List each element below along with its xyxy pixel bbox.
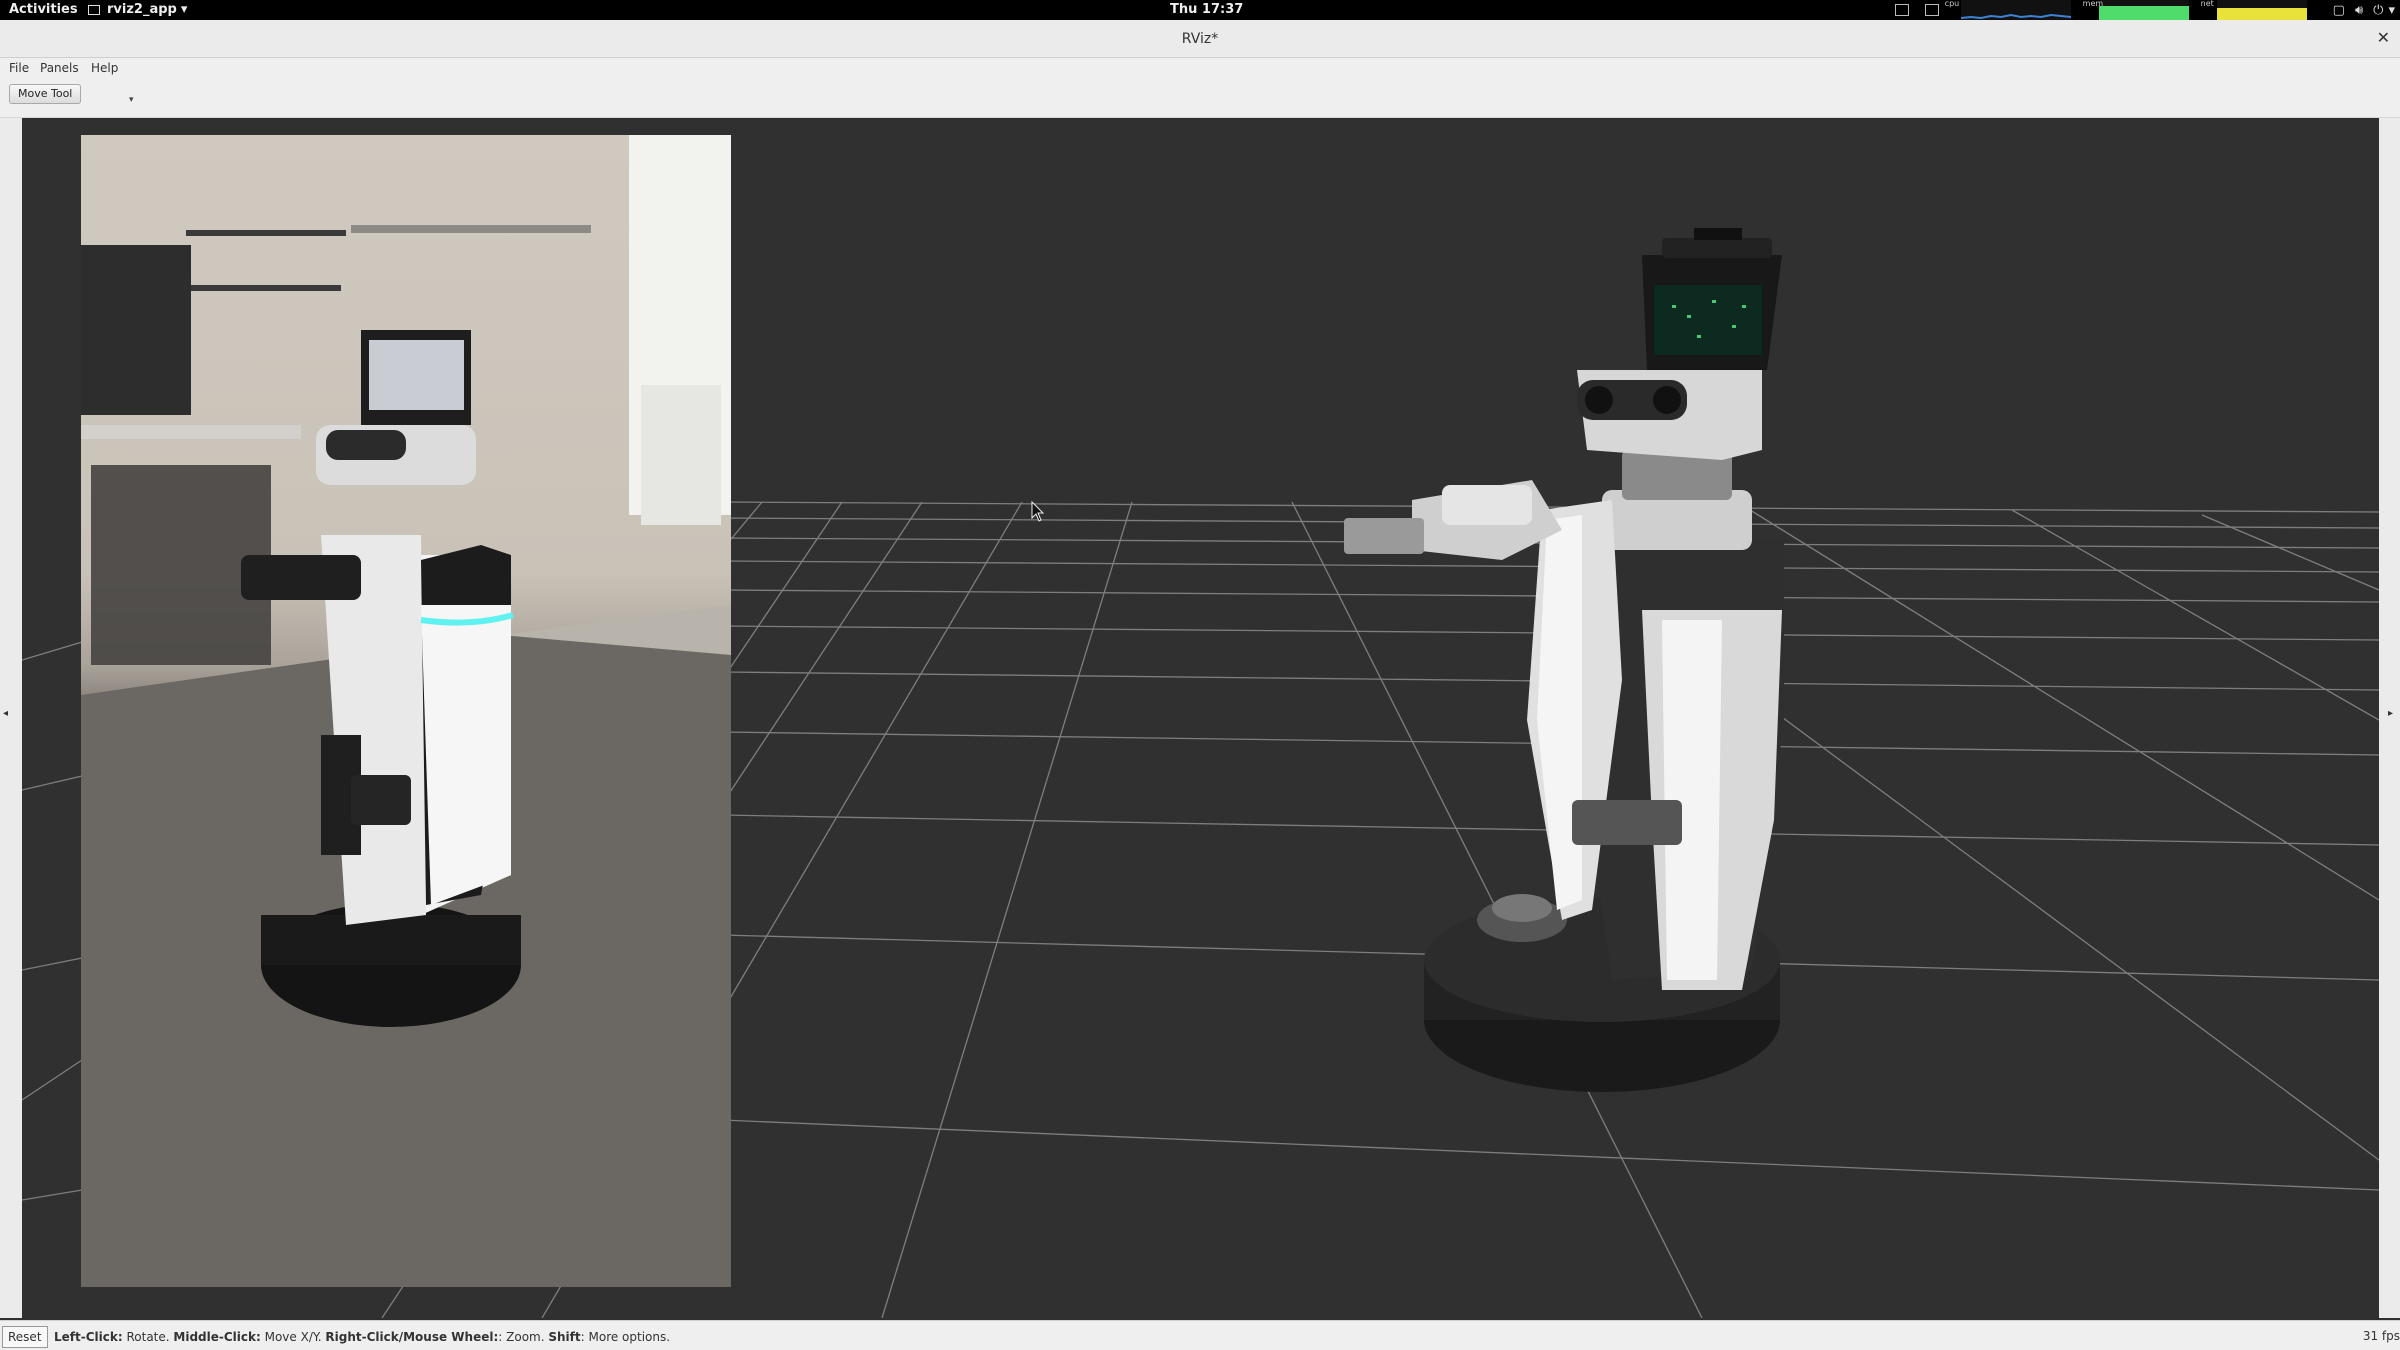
fps-counter: 31 fps [2362, 1329, 2400, 1343]
hint-middle-click-desc: Move X/Y. [260, 1330, 326, 1344]
menu-help[interactable]: Help [91, 61, 118, 75]
mem-monitor[interactable]: mem [2083, 0, 2189, 20]
tool-add-dropdown-icon[interactable]: ▾ [129, 95, 134, 105]
cpu-label: cpu [1944, 0, 1960, 8]
reset-button[interactable]: Reset [2, 1326, 48, 1348]
net-graph [2216, 0, 2307, 20]
hint-middle-click: Middle-Click: [173, 1330, 261, 1344]
window-title: RViz* [1181, 31, 1219, 47]
screenshot-icon[interactable] [1924, 4, 1939, 16]
activities-button[interactable]: Activities [9, 2, 78, 17]
hint-right-click: Right-Click/Mouse Wheel: [325, 1330, 499, 1344]
tools-toolbar: Move Tool ▾ [0, 78, 2400, 118]
workspace-icon[interactable] [1894, 4, 1909, 16]
status-bar: Reset Left-Click: Rotate. Middle-Click: … [0, 1320, 2400, 1350]
power-icon[interactable]: ⏻ [2373, 3, 2383, 18]
left-dock-handle[interactable]: ◂ [0, 118, 22, 1318]
menubar: File Panels Help [0, 58, 2400, 78]
close-icon[interactable]: ✕ [2377, 28, 2390, 47]
render-viewport[interactable] [22, 120, 2379, 1318]
net-label: net [2200, 0, 2214, 8]
cpu-monitor[interactable]: cpu [1945, 0, 2071, 20]
mem-graph [2098, 0, 2189, 20]
clock[interactable]: Thu 17:37 [1170, 2, 1243, 17]
chevron-down-icon[interactable]: ▾ [2388, 3, 2395, 18]
mouse-pointer-icon [1031, 500, 1045, 522]
move-tool-button[interactable]: Move Tool [9, 84, 82, 104]
volume-icon[interactable]: 🔊︎ [2355, 3, 2363, 18]
hint-left-click-desc: Rotate. [122, 1330, 174, 1344]
hint-right-click-desc: : Zoom. [498, 1330, 549, 1344]
cpu-graph [1960, 0, 2071, 20]
hint-shift: Shift [548, 1330, 581, 1344]
window-icon[interactable]: ▢ [2333, 3, 2345, 18]
camera-image-panel [81, 135, 731, 1287]
net-monitor[interactable]: net [2201, 0, 2307, 20]
app-name: rviz2_app [107, 2, 177, 17]
window-titlebar: RViz* ✕ [0, 20, 2400, 58]
terminal-icon [88, 4, 100, 15]
system-tray: cpu mem net ▢ 🔊︎ ⏻ ▾ [1887, 0, 2400, 20]
chevron-down-icon: ▾ [180, 2, 188, 17]
hint-left-click: Left-Click: [54, 1330, 123, 1344]
right-dock-handle[interactable]: ▸ [2379, 118, 2400, 1318]
expand-left-icon[interactable]: ◂ [3, 708, 8, 719]
status-hint: Left-Click: Rotate. Middle-Click: Move X… [54, 1330, 670, 1344]
app-menu[interactable]: rviz2_app ▾ [88, 2, 187, 17]
menu-panels[interactable]: Panels [40, 61, 79, 75]
mem-label: mem [2082, 0, 2104, 8]
expand-right-icon[interactable]: ▸ [2388, 708, 2393, 719]
system-top-bar: Activities rviz2_app ▾ Thu 17:37 cpu mem… [0, 0, 2400, 20]
menu-file[interactable]: File [9, 61, 29, 75]
robot-model [1344, 228, 1784, 1092]
hint-shift-desc: : More options. [580, 1330, 671, 1344]
camera-image [81, 135, 731, 1287]
